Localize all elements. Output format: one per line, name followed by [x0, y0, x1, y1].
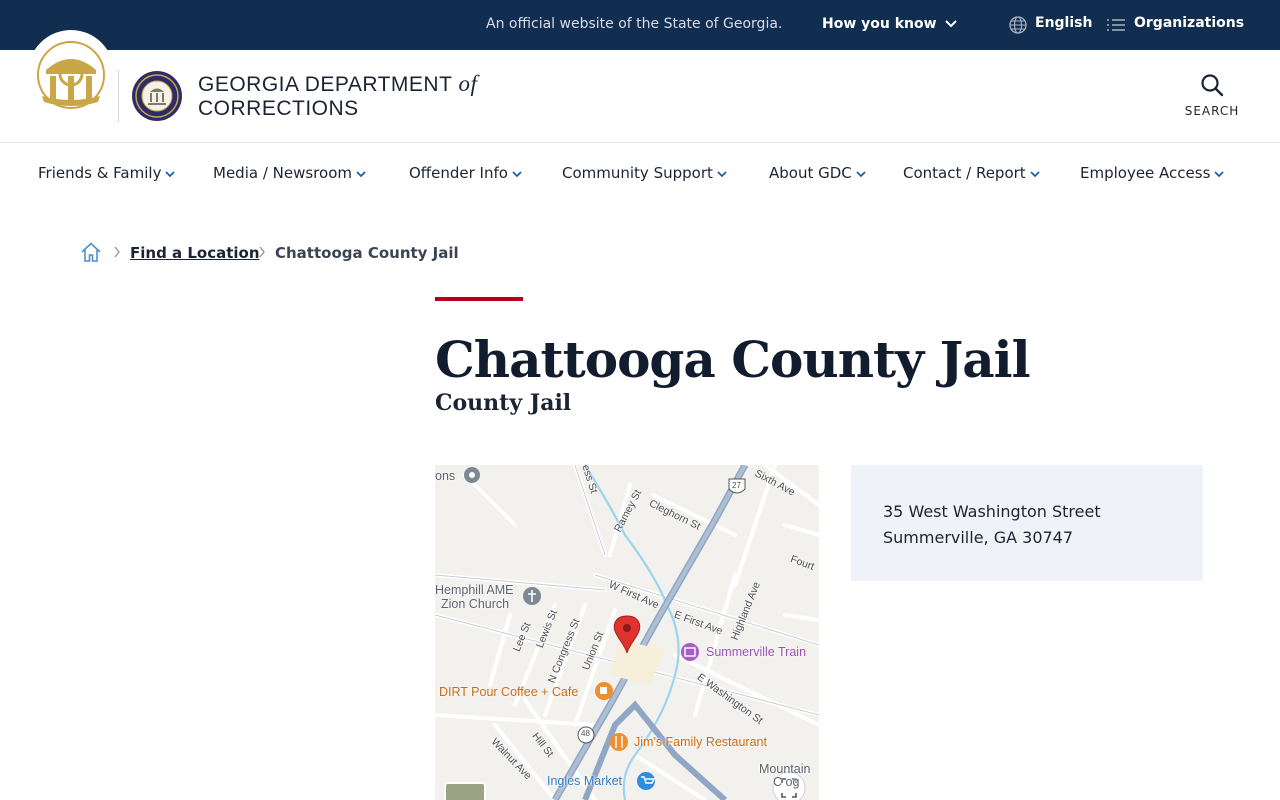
search-button[interactable]: SEARCH: [1176, 72, 1248, 124]
location-map[interactable]: ess St Ramey St Cleghorn St Sixth Ave Fo…: [435, 465, 819, 800]
official-site-banner: An official website of the State of Geor…: [0, 0, 1280, 50]
nav-media-newsroom[interactable]: Media / Newsroom: [213, 164, 366, 182]
organizations-link[interactable]: Organizations: [1134, 15, 1244, 31]
breadcrumb-current: Chattooga County Jail: [275, 244, 459, 262]
gdc-seal-icon[interactable]: [131, 70, 183, 122]
nav-community-support[interactable]: Community Support: [562, 164, 727, 182]
chevron-down-icon: [717, 170, 727, 177]
poi-label: DIRT Pour Coffee + Cafe: [439, 685, 579, 699]
georgia-state-seal[interactable]: [28, 30, 114, 116]
chevron-right-icon: [259, 246, 265, 258]
main-navigation: Friends & Family Media / Newsroom Offend…: [0, 143, 1280, 205]
nav-label: Friends & Family: [38, 164, 162, 182]
poi-label: Summerville Train: [706, 645, 807, 659]
globe-icon[interactable]: [1008, 15, 1028, 35]
language-selector[interactable]: English: [1035, 15, 1092, 31]
poi-label: ons: [435, 469, 456, 483]
georgia-seal-icon: [37, 41, 105, 109]
list-icon[interactable]: [1106, 17, 1126, 33]
poi-label: Jim's Family Restaurant: [634, 735, 767, 749]
address-card: 35 West Washington Street Summerville, G…: [851, 465, 1203, 581]
title-accent-bar: [435, 297, 523, 301]
nav-label: Employee Access: [1080, 164, 1211, 182]
page-subtitle: County Jail: [435, 390, 572, 416]
nav-about-gdc[interactable]: About GDC: [769, 164, 866, 182]
search-icon: [1201, 74, 1224, 97]
official-site-text: An official website of the State of Geor…: [486, 16, 783, 32]
chevron-down-icon: [512, 170, 522, 177]
poi-label: Zion Church: [441, 597, 510, 611]
address-city-state-zip: Summerville, GA 30747: [883, 528, 1074, 547]
map-type-toggle[interactable]: [444, 782, 486, 800]
search-label: SEARCH: [1184, 104, 1240, 118]
address-street: 35 West Washington Street: [883, 502, 1101, 521]
nav-friends-family[interactable]: Friends & Family: [38, 164, 176, 182]
nav-label: Offender Info: [409, 164, 508, 182]
poi-label: Hemphill AME: [435, 583, 514, 597]
chevron-down-icon: [856, 170, 866, 177]
chevron-down-icon: [1030, 170, 1040, 177]
nav-label: About GDC: [769, 164, 852, 182]
route-48-label: 48: [581, 729, 590, 738]
nav-employee-access[interactable]: Employee Access: [1080, 164, 1225, 182]
home-icon[interactable]: [80, 241, 102, 263]
header-divider: [118, 70, 119, 122]
site-header: GEORGIA DEPARTMENT of CORRECTIONS SEARCH: [0, 30, 1280, 143]
nav-label: Community Support: [562, 164, 713, 182]
chevron-down-icon: [165, 170, 176, 177]
nav-label: Media / Newsroom: [213, 164, 352, 182]
breadcrumb-find-location-link[interactable]: Find a Location: [130, 244, 260, 262]
route-27-label: 27: [732, 481, 741, 490]
agency-name-of: of: [458, 71, 478, 96]
chevron-down-icon: [356, 170, 366, 177]
nav-contact-report[interactable]: Contact / Report: [903, 164, 1040, 182]
restaurant-icon: [610, 733, 628, 751]
poi-label: C og: [773, 775, 800, 789]
how-you-know-button[interactable]: How you know: [822, 16, 937, 32]
museum-icon: [681, 643, 699, 661]
chevron-down-icon[interactable]: [944, 17, 958, 31]
page-title: Chattooga County Jail: [435, 330, 1031, 389]
agency-name-line1: GEORGIA DEPARTMENT: [198, 73, 453, 96]
chevron-down-icon: [1214, 170, 1225, 177]
nav-label: Contact / Report: [903, 164, 1026, 182]
chevron-right-icon: [114, 246, 120, 258]
agency-name-line2: CORRECTIONS: [198, 97, 359, 120]
agency-name[interactable]: GEORGIA DEPARTMENT of CORRECTIONS: [198, 72, 477, 121]
poi-label: Ingles Market: [547, 774, 623, 788]
nav-offender-info[interactable]: Offender Info: [409, 164, 522, 182]
poi-label: Mountain: [759, 762, 811, 776]
